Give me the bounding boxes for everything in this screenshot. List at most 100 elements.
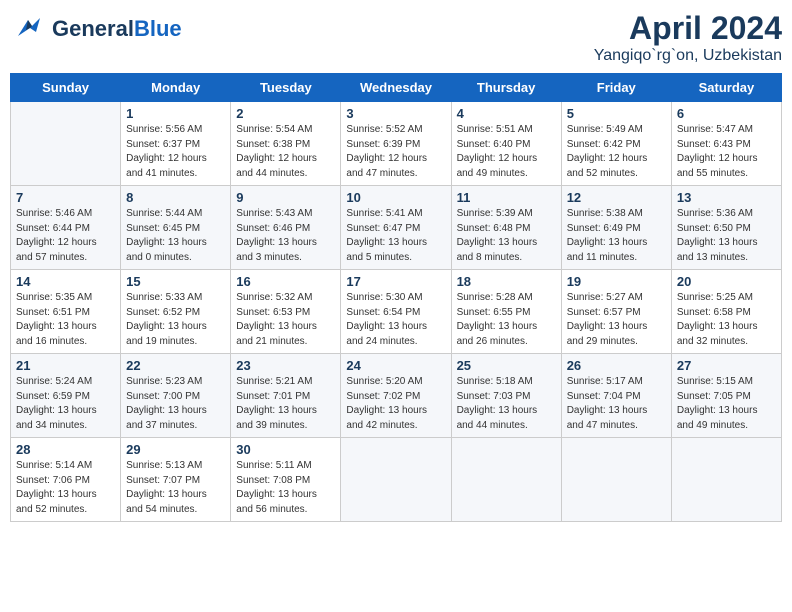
day-number: 26 xyxy=(567,358,666,373)
day-info: Sunrise: 5:47 AMSunset: 6:43 PMDaylight:… xyxy=(677,123,776,181)
calendar-cell xyxy=(341,438,451,522)
day-number: 13 xyxy=(677,190,776,205)
day-number: 7 xyxy=(16,190,115,205)
calendar-cell xyxy=(561,438,671,522)
title-area: April 2024 Yangiqo`rg`on, Uzbekistan xyxy=(594,10,782,65)
page-title: April 2024 xyxy=(594,10,782,47)
day-info: Sunrise: 5:21 AMSunset: 7:01 PMDaylight:… xyxy=(236,375,335,433)
day-number: 11 xyxy=(457,190,556,205)
calendar-cell xyxy=(671,438,781,522)
day-number: 22 xyxy=(126,358,225,373)
calendar-cell: 12 Sunrise: 5:38 AMSunset: 6:49 PMDayligh… xyxy=(561,186,671,270)
logo-blue-text: Blue xyxy=(134,16,182,41)
calendar-cell: 23 Sunrise: 5:21 AMSunset: 7:01 PMDayligh… xyxy=(231,354,341,438)
calendar-cell: 18 Sunrise: 5:28 AMSunset: 6:55 PMDayligh… xyxy=(451,270,561,354)
day-info: Sunrise: 5:36 AMSunset: 6:50 PMDaylight:… xyxy=(677,207,776,265)
day-info: Sunrise: 5:18 AMSunset: 7:03 PMDaylight:… xyxy=(457,375,556,433)
calendar-cell: 6 Sunrise: 5:47 AMSunset: 6:43 PMDaylight… xyxy=(671,102,781,186)
day-number: 6 xyxy=(677,106,776,121)
calendar-cell xyxy=(11,102,121,186)
calendar-cell: 15 Sunrise: 5:33 AMSunset: 6:52 PMDayligh… xyxy=(121,270,231,354)
day-info: Sunrise: 5:25 AMSunset: 6:58 PMDaylight:… xyxy=(677,291,776,349)
day-number: 30 xyxy=(236,442,335,457)
day-info: Sunrise: 5:13 AMSunset: 7:07 PMDaylight:… xyxy=(126,459,225,517)
col-header-sunday: Sunday xyxy=(11,74,121,102)
day-info: Sunrise: 5:41 AMSunset: 6:47 PMDaylight:… xyxy=(346,207,445,265)
calendar-week-row: 7 Sunrise: 5:46 AMSunset: 6:44 PMDaylight… xyxy=(11,186,782,270)
col-header-friday: Friday xyxy=(561,74,671,102)
logo: GeneralBlue xyxy=(10,10,182,48)
col-header-saturday: Saturday xyxy=(671,74,781,102)
calendar-cell: 1 Sunrise: 5:56 AMSunset: 6:37 PMDaylight… xyxy=(121,102,231,186)
day-info: Sunrise: 5:23 AMSunset: 7:00 PMDaylight:… xyxy=(126,375,225,433)
day-number: 25 xyxy=(457,358,556,373)
day-info: Sunrise: 5:35 AMSunset: 6:51 PMDaylight:… xyxy=(16,291,115,349)
calendar-cell: 2Sunrise: 5:54 AMSunset: 6:38 PMDaylight… xyxy=(231,102,341,186)
day-number: 4 xyxy=(457,106,556,121)
day-number: 18 xyxy=(457,274,556,289)
col-header-wednesday: Wednesday xyxy=(341,74,451,102)
day-number: 23 xyxy=(236,358,335,373)
day-info: Sunrise: 5:38 AMSunset: 6:49 PMDaylight:… xyxy=(567,207,666,265)
day-number: 21 xyxy=(16,358,115,373)
day-number: 3 xyxy=(346,106,445,121)
calendar-week-row: 21 Sunrise: 5:24 AMSunset: 6:59 PMDayligh… xyxy=(11,354,782,438)
calendar-cell: 27 Sunrise: 5:15 AMSunset: 7:05 PMDayligh… xyxy=(671,354,781,438)
col-header-monday: Monday xyxy=(121,74,231,102)
calendar-cell xyxy=(451,438,561,522)
day-number: 14 xyxy=(16,274,115,289)
calendar-cell: 3Sunrise: 5:52 AMSunset: 6:39 PMDaylight… xyxy=(341,102,451,186)
day-number: 8 xyxy=(126,190,225,205)
calendar-cell: 14 Sunrise: 5:35 AMSunset: 6:51 PMDayligh… xyxy=(11,270,121,354)
day-info: Sunrise: 5:14 AMSunset: 7:06 PMDaylight:… xyxy=(16,459,115,517)
logo-general-text: General xyxy=(52,16,134,41)
day-number: 29 xyxy=(126,442,225,457)
calendar-cell: 10Sunrise: 5:41 AMSunset: 6:47 PMDayligh… xyxy=(341,186,451,270)
day-info: Sunrise: 5:24 AMSunset: 6:59 PMDaylight:… xyxy=(16,375,115,433)
day-info: Sunrise: 5:28 AMSunset: 6:55 PMDaylight:… xyxy=(457,291,556,349)
calendar-cell: 19 Sunrise: 5:27 AMSunset: 6:57 PMDayligh… xyxy=(561,270,671,354)
day-info: Sunrise: 5:27 AMSunset: 6:57 PMDaylight:… xyxy=(567,291,666,349)
calendar-cell: 25 Sunrise: 5:18 AMSunset: 7:03 PMDayligh… xyxy=(451,354,561,438)
calendar-cell: 9 Sunrise: 5:43 AMSunset: 6:46 PMDaylight… xyxy=(231,186,341,270)
day-number: 20 xyxy=(677,274,776,289)
day-info: Sunrise: 5:11 AMSunset: 7:08 PMDaylight:… xyxy=(236,459,335,517)
calendar-cell: 26 Sunrise: 5:17 AMSunset: 7:04 PMDayligh… xyxy=(561,354,671,438)
calendar-cell: 22 Sunrise: 5:23 AMSunset: 7:00 PMDayligh… xyxy=(121,354,231,438)
col-header-tuesday: Tuesday xyxy=(231,74,341,102)
calendar-cell: 20 Sunrise: 5:25 AMSunset: 6:58 PMDayligh… xyxy=(671,270,781,354)
day-info: Sunrise: 5:33 AMSunset: 6:52 PMDaylight:… xyxy=(126,291,225,349)
day-info: Sunrise: 5:43 AMSunset: 6:46 PMDaylight:… xyxy=(236,207,335,265)
day-info: Sunrise: 5:51 AMSunset: 6:40 PMDaylight:… xyxy=(457,123,556,181)
day-number: 15 xyxy=(126,274,225,289)
day-info: Sunrise: 5:49 AMSunset: 6:42 PMDaylight:… xyxy=(567,123,666,181)
calendar-week-row: 1 Sunrise: 5:56 AMSunset: 6:37 PMDaylight… xyxy=(11,102,782,186)
col-header-thursday: Thursday xyxy=(451,74,561,102)
calendar-cell: 8 Sunrise: 5:44 AMSunset: 6:45 PMDaylight… xyxy=(121,186,231,270)
day-info: Sunrise: 5:46 AMSunset: 6:44 PMDaylight:… xyxy=(16,207,115,265)
day-number: 5 xyxy=(567,106,666,121)
day-number: 19 xyxy=(567,274,666,289)
day-info: Sunrise: 5:56 AMSunset: 6:37 PMDaylight:… xyxy=(126,123,225,181)
day-number: 12 xyxy=(567,190,666,205)
calendar-cell: 17Sunrise: 5:30 AMSunset: 6:54 PMDayligh… xyxy=(341,270,451,354)
day-number: 24 xyxy=(346,358,445,373)
day-info: Sunrise: 5:20 AMSunset: 7:02 PMDaylight:… xyxy=(346,375,445,433)
day-number: 27 xyxy=(677,358,776,373)
calendar-cell: 13 Sunrise: 5:36 AMSunset: 6:50 PMDayligh… xyxy=(671,186,781,270)
day-info: Sunrise: 5:44 AMSunset: 6:45 PMDaylight:… xyxy=(126,207,225,265)
calendar-cell: 16 Sunrise: 5:32 AMSunset: 6:53 PMDayligh… xyxy=(231,270,341,354)
day-info: Sunrise: 5:15 AMSunset: 7:05 PMDaylight:… xyxy=(677,375,776,433)
calendar-week-row: 28Sunrise: 5:14 AMSunset: 7:06 PMDayligh… xyxy=(11,438,782,522)
day-number: 16 xyxy=(236,274,335,289)
calendar-cell: 21 Sunrise: 5:24 AMSunset: 6:59 PMDayligh… xyxy=(11,354,121,438)
logo-bird-icon xyxy=(10,10,48,48)
day-number: 9 xyxy=(236,190,335,205)
calendar-header-row: SundayMondayTuesdayWednesdayThursdayFrid… xyxy=(11,74,782,102)
day-info: Sunrise: 5:32 AMSunset: 6:53 PMDaylight:… xyxy=(236,291,335,349)
day-number: 1 xyxy=(126,106,225,121)
calendar-cell: 5 Sunrise: 5:49 AMSunset: 6:42 PMDaylight… xyxy=(561,102,671,186)
day-number: 17 xyxy=(346,274,445,289)
day-info: Sunrise: 5:39 AMSunset: 6:48 PMDaylight:… xyxy=(457,207,556,265)
day-info: Sunrise: 5:17 AMSunset: 7:04 PMDaylight:… xyxy=(567,375,666,433)
